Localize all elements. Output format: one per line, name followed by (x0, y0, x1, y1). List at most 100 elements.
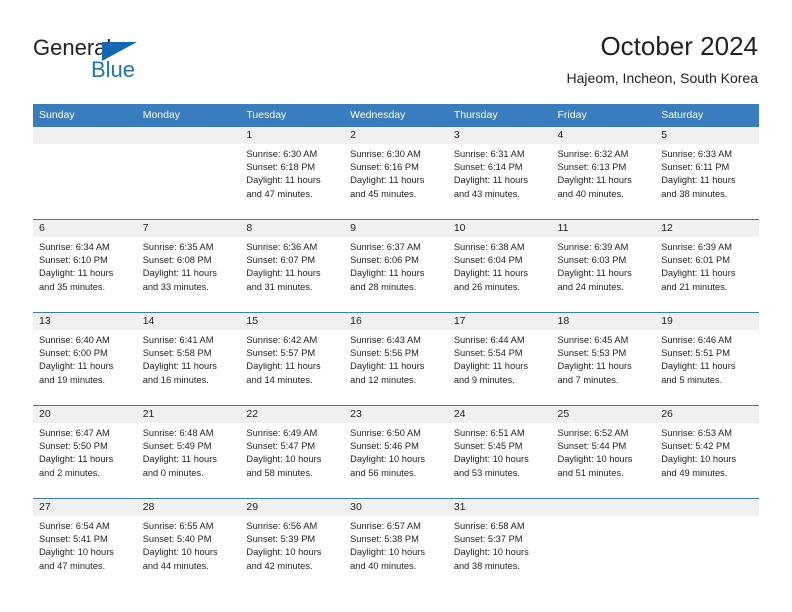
daylight-duration-line1: Daylight: 11 hours (453, 175, 529, 186)
calendar-day-cell[interactable]: 23 Sunrise: 6:50 AM Sunset: 5:46 PM Dayligh… (344, 405, 448, 499)
sunrise-time: Sunrise: 6:32 AM (557, 149, 629, 159)
calendar-day-cell[interactable]: 13 Sunrise: 6:40 AM Sunset: 6:00 PM Dayligh… (33, 312, 137, 406)
daylight-duration-line1: Daylight: 11 hours (142, 268, 217, 279)
day-number: 15 (240, 313, 345, 330)
sunrise-time: Sunrise: 6:49 AM (246, 428, 318, 438)
day-details: Sunrise: 6:45 AM Sunset: 5:53 PM Daylight:… (552, 330, 656, 387)
weekday-header-sunday: Sunday (33, 104, 137, 127)
day-number: 13 (33, 313, 137, 330)
day-number: 23 (344, 406, 448, 423)
calendar-week-row: 1 Sunrise: 6:30 AM Sunset: 6:18 PM Daylight… (33, 126, 759, 220)
sunrise-time: Sunrise: 6:57 AM (350, 521, 421, 531)
calendar-day-cell[interactable]: 24 Sunrise: 6:51 AM Sunset: 5:45 PM Dayligh… (447, 405, 552, 499)
calendar-day-cell-empty (655, 498, 759, 592)
calendar-day-cell[interactable]: 15 Sunrise: 6:42 AM Sunset: 5:57 PM Dayligh… (240, 312, 345, 406)
calendar-day-cell[interactable]: 12 Sunrise: 6:39 AM Sunset: 6:01 PM Dayligh… (655, 219, 759, 313)
sunset-time: Sunset: 5:53 PM (557, 348, 627, 359)
daylight-duration-line1: Daylight: 11 hours (661, 361, 736, 372)
daylight-duration-line2: and 5 minutes. (661, 374, 723, 385)
page-title: October 2024 (600, 31, 758, 61)
daylight-duration-line1: Daylight: 10 hours (142, 547, 218, 558)
sunset-time: Sunset: 6:01 PM (661, 255, 730, 266)
sunset-time: Sunset: 6:18 PM (246, 162, 316, 173)
sunrise-time: Sunrise: 6:48 AM (142, 428, 214, 438)
day-number: 7 (136, 220, 241, 237)
daylight-duration-line2: and 43 minutes. (453, 188, 520, 199)
sunset-time: Sunset: 5:58 PM (142, 348, 212, 359)
day-details: Sunrise: 6:37 AM Sunset: 6:06 PM Daylight:… (344, 237, 448, 294)
calendar-day-cell[interactable]: 16 Sunrise: 6:43 AM Sunset: 5:56 PM Dayligh… (344, 312, 448, 406)
calendar-day-cell[interactable]: 9 Sunrise: 6:37 AM Sunset: 6:06 PM Daylight… (344, 219, 448, 313)
calendar-day-cell[interactable]: 7 Sunrise: 6:35 AM Sunset: 6:08 PM Daylight… (136, 219, 241, 313)
calendar-day-cell[interactable]: 11 Sunrise: 6:39 AM Sunset: 6:03 PM Dayligh… (551, 219, 656, 313)
daylight-duration-line2: and 31 minutes. (246, 281, 313, 292)
day-details: Sunrise: 6:32 AM Sunset: 6:13 PM Daylight:… (552, 144, 656, 201)
day-number: 18 (551, 313, 656, 330)
daylight-duration-line2: and 42 minutes. (246, 560, 313, 571)
calendar-day-cell-empty (33, 126, 137, 220)
sunset-time: Sunset: 5:46 PM (350, 441, 419, 452)
day-number: 26 (655, 406, 759, 423)
daylight-duration-line1: Daylight: 10 hours (350, 454, 426, 465)
day-number (655, 499, 759, 516)
general-blue-logo[interactable]: General Blue (33, 36, 233, 88)
sunrise-time: Sunrise: 6:51 AM (453, 428, 525, 438)
daylight-duration-line2: and 16 minutes. (142, 374, 209, 385)
calendar-day-cell[interactable]: 17 Sunrise: 6:44 AM Sunset: 5:54 PM Dayligh… (447, 312, 552, 406)
daylight-duration-line1: Daylight: 10 hours (350, 547, 426, 558)
sunset-time: Sunset: 5:49 PM (142, 441, 212, 452)
calendar-day-cell[interactable]: 25 Sunrise: 6:52 AM Sunset: 5:44 PM Dayligh… (551, 405, 656, 499)
sunset-time: Sunset: 6:14 PM (453, 162, 523, 173)
calendar-day-cell[interactable]: 27 Sunrise: 6:54 AM Sunset: 5:41 PM Dayligh… (33, 498, 137, 592)
daylight-duration-line2: and 40 minutes. (350, 560, 417, 571)
calendar-day-cell[interactable]: 2 Sunrise: 6:30 AM Sunset: 6:16 PM Daylight… (344, 126, 448, 220)
calendar-day-cell[interactable]: 22 Sunrise: 6:49 AM Sunset: 5:47 PM Dayligh… (240, 405, 345, 499)
calendar-day-cell[interactable]: 4 Sunrise: 6:32 AM Sunset: 6:13 PM Daylight… (551, 126, 656, 220)
day-number: 24 (447, 406, 552, 423)
day-details: Sunrise: 6:39 AM Sunset: 6:01 PM Daylight:… (655, 237, 759, 294)
sunrise-time: Sunrise: 6:56 AM (246, 521, 318, 531)
calendar-day-cell[interactable]: 20 Sunrise: 6:47 AM Sunset: 5:50 PM Dayligh… (33, 405, 137, 499)
daylight-duration-line2: and 56 minutes. (350, 467, 417, 478)
daylight-duration-line2: and 14 minutes. (246, 374, 313, 385)
daylight-duration-line1: Daylight: 11 hours (557, 175, 632, 186)
daylight-duration-line1: Daylight: 11 hours (557, 361, 632, 372)
daylight-duration-line2: and 19 minutes. (39, 374, 106, 385)
sunset-time: Sunset: 5:41 PM (39, 534, 108, 545)
weekday-header-thursday: Thursday (447, 104, 552, 127)
calendar-day-cell[interactable]: 8 Sunrise: 6:36 AM Sunset: 6:07 PM Daylight… (240, 219, 345, 313)
day-details: Sunrise: 6:36 AM Sunset: 6:07 PM Daylight:… (240, 237, 344, 294)
calendar-day-cell[interactable]: 31 Sunrise: 6:58 AM Sunset: 5:37 PM Dayligh… (447, 498, 552, 592)
day-details: Sunrise: 6:49 AM Sunset: 5:47 PM Daylight:… (240, 423, 344, 480)
calendar-day-cell[interactable]: 3 Sunrise: 6:31 AM Sunset: 6:14 PM Daylight… (447, 126, 552, 220)
calendar-day-cell[interactable]: 21 Sunrise: 6:48 AM Sunset: 5:49 PM Dayligh… (136, 405, 241, 499)
daylight-duration-line1: Daylight: 10 hours (453, 547, 529, 558)
daylight-duration-line1: Daylight: 10 hours (246, 547, 322, 558)
sunset-time: Sunset: 6:08 PM (142, 255, 212, 266)
sunset-time: Sunset: 6:13 PM (557, 162, 627, 173)
day-details: Sunrise: 6:43 AM Sunset: 5:56 PM Daylight:… (344, 330, 448, 387)
calendar-day-cell[interactable]: 1 Sunrise: 6:30 AM Sunset: 6:18 PM Daylight… (240, 126, 345, 220)
calendar-day-cell[interactable]: 18 Sunrise: 6:45 AM Sunset: 5:53 PM Dayligh… (551, 312, 656, 406)
sunrise-time: Sunrise: 6:42 AM (246, 335, 318, 345)
daylight-duration-line1: Daylight: 11 hours (39, 454, 114, 465)
daylight-duration-line2: and 45 minutes. (350, 188, 417, 199)
sunrise-time: Sunrise: 6:30 AM (350, 149, 421, 159)
daylight-duration-line2: and 49 minutes. (661, 467, 728, 478)
day-details: Sunrise: 6:42 AM Sunset: 5:57 PM Daylight:… (240, 330, 344, 387)
calendar-day-cell[interactable]: 29 Sunrise: 6:56 AM Sunset: 5:39 PM Dayligh… (240, 498, 345, 592)
calendar-day-cell[interactable]: 30 Sunrise: 6:57 AM Sunset: 5:38 PM Dayligh… (344, 498, 448, 592)
calendar-day-cell[interactable]: 6 Sunrise: 6:34 AM Sunset: 6:10 PM Daylight… (33, 219, 137, 313)
calendar-day-cell[interactable]: 10 Sunrise: 6:38 AM Sunset: 6:04 PM Dayligh… (447, 219, 552, 313)
calendar-day-cell[interactable]: 19 Sunrise: 6:46 AM Sunset: 5:51 PM Dayligh… (655, 312, 759, 406)
calendar-day-cell[interactable]: 26 Sunrise: 6:53 AM Sunset: 5:42 PM Dayligh… (655, 405, 759, 499)
day-number: 17 (447, 313, 552, 330)
daylight-duration-line2: and 26 minutes. (453, 281, 520, 292)
daylight-duration-line2: and 0 minutes. (142, 467, 204, 478)
sunset-time: Sunset: 6:03 PM (557, 255, 627, 266)
calendar-day-cell[interactable]: 28 Sunrise: 6:55 AM Sunset: 5:40 PM Dayligh… (136, 498, 241, 592)
sunset-time: Sunset: 6:06 PM (350, 255, 419, 266)
calendar-day-cell[interactable]: 5 Sunrise: 6:33 AM Sunset: 6:11 PM Daylight… (655, 126, 759, 220)
calendar-day-cell[interactable]: 14 Sunrise: 6:41 AM Sunset: 5:58 PM Dayligh… (136, 312, 241, 406)
sunrise-time: Sunrise: 6:44 AM (453, 335, 525, 345)
